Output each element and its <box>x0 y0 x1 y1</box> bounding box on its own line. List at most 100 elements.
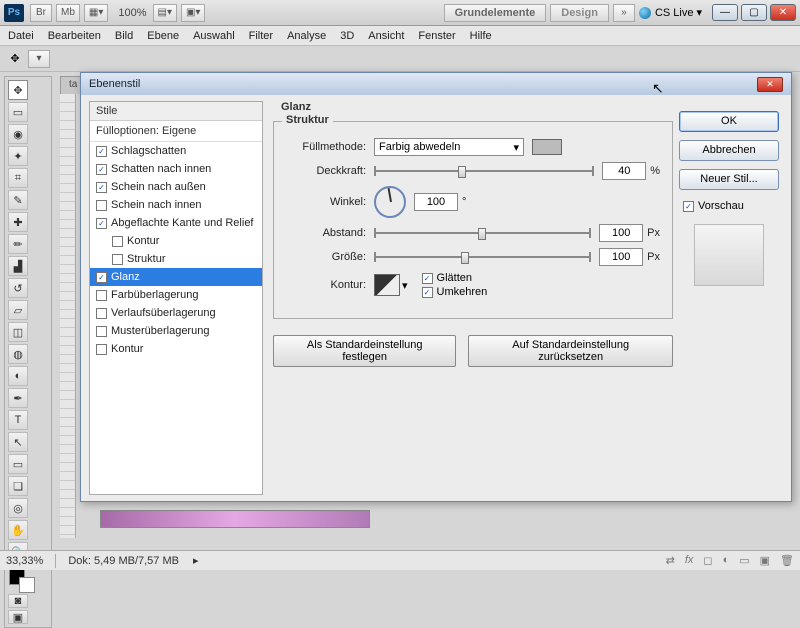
contour-picker[interactable] <box>374 274 400 296</box>
style-checkbox[interactable] <box>112 254 123 265</box>
fx-icon[interactable]: fx <box>685 554 694 567</box>
eraser-tool[interactable]: ▱ <box>8 300 28 320</box>
style-item[interactable]: ✓Schein nach außen <box>90 178 262 196</box>
workspace-more-button[interactable]: » <box>613 4 635 22</box>
make-default-button[interactable]: Als Standardeinstellung festlegen <box>273 335 456 367</box>
lasso-tool[interactable]: ◉ <box>8 124 28 144</box>
menu-window[interactable]: Fenster <box>418 30 455 42</box>
blending-options-item[interactable]: Fülloptionen: Eigene <box>90 121 262 142</box>
window-minimize-button[interactable]: — <box>712 4 738 21</box>
effect-color-swatch[interactable] <box>532 139 562 155</box>
style-item[interactable]: Schein nach innen <box>90 196 262 214</box>
menu-select[interactable]: Auswahl <box>193 30 235 42</box>
style-checkbox[interactable] <box>96 308 107 319</box>
cs-live[interactable]: CS Live▾ <box>639 6 702 19</box>
menu-3d[interactable]: 3D <box>340 30 354 42</box>
shape-tool[interactable]: ▭ <box>8 454 28 474</box>
style-item[interactable]: Struktur <box>90 250 262 268</box>
style-item[interactable]: ✓Abgeflachte Kante und Relief <box>90 214 262 232</box>
dodge-tool[interactable]: ◐ <box>8 366 28 386</box>
style-item[interactable]: Kontur <box>90 340 262 358</box>
marquee-tool[interactable]: ▭ <box>8 102 28 122</box>
arrange-docs-button[interactable]: ▤▾ <box>153 4 177 22</box>
menu-analyze[interactable]: Analyse <box>287 30 326 42</box>
move-tool[interactable]: ✥ <box>8 80 28 100</box>
angle-dial[interactable] <box>374 186 406 218</box>
menu-help[interactable]: Hilfe <box>470 30 492 42</box>
pen-tool[interactable]: ✒ <box>8 388 28 408</box>
status-menu-icon[interactable]: ▸ <box>193 554 199 567</box>
window-maximize-button[interactable]: ▢ <box>741 4 767 21</box>
workspace-essentials[interactable]: Grundelemente <box>444 4 547 22</box>
style-item[interactable]: Musterüberlagerung <box>90 322 262 340</box>
status-doc-size[interactable]: Dok: 5,49 MB/7,57 MB <box>68 555 179 567</box>
style-checkbox[interactable] <box>96 344 107 355</box>
opacity-input[interactable]: 40 <box>602 162 646 180</box>
workspace-design[interactable]: Design <box>550 4 609 22</box>
style-item[interactable]: ✓Schatten nach innen <box>90 160 262 178</box>
style-item[interactable]: ✓Glanz <box>90 268 262 286</box>
camera-tool[interactable]: ◎ <box>8 498 28 518</box>
brush-tool[interactable]: ✏ <box>8 234 28 254</box>
menu-edit[interactable]: Bearbeiten <box>48 30 101 42</box>
eyedropper-tool[interactable]: ✎ <box>8 190 28 210</box>
menu-image[interactable]: Bild <box>115 30 133 42</box>
style-item[interactable]: Verlaufsüberlagerung <box>90 304 262 322</box>
launch-minibridge-button[interactable]: Mb <box>56 4 80 22</box>
cancel-button[interactable]: Abbrechen <box>679 140 779 161</box>
trash-icon[interactable]: 🗑 <box>780 554 794 567</box>
path-select-tool[interactable]: ↖ <box>8 432 28 452</box>
status-zoom[interactable]: 33,33% <box>6 555 43 567</box>
distance-slider[interactable] <box>374 226 591 240</box>
style-item[interactable]: Kontur <box>90 232 262 250</box>
current-tool-icon[interactable]: ✥ <box>6 50 24 68</box>
style-checkbox[interactable]: ✓ <box>96 164 107 175</box>
blend-mode-select[interactable]: Farbig abwedeln▾ <box>374 138 524 156</box>
magic-wand-tool[interactable]: ✦ <box>8 146 28 166</box>
blur-tool[interactable]: ◍ <box>8 344 28 364</box>
style-checkbox[interactable]: ✓ <box>96 182 107 193</box>
folder-icon[interactable]: ▭ <box>739 554 749 567</box>
menu-layer[interactable]: Ebene <box>147 30 179 42</box>
window-close-button[interactable]: ✕ <box>770 4 796 21</box>
size-input[interactable]: 100 <box>599 248 643 266</box>
healing-tool[interactable]: ✚ <box>8 212 28 232</box>
style-checkbox[interactable] <box>96 326 107 337</box>
stamp-tool[interactable]: ▟ <box>8 256 28 276</box>
style-checkbox[interactable] <box>96 200 107 211</box>
hand-tool[interactable]: ✋ <box>8 520 28 540</box>
angle-input[interactable]: 100 <box>414 193 458 211</box>
color-swatches[interactable] <box>7 567 49 593</box>
ok-button[interactable]: OK <box>679 111 779 132</box>
tool-preset-dropdown[interactable]: ▾ <box>28 50 50 68</box>
screen-mode-button[interactable]: ▣▾ <box>181 4 205 22</box>
chevron-down-icon[interactable]: ▾ <box>402 279 408 292</box>
3d-tool[interactable]: ❏ <box>8 476 28 496</box>
adjustment-icon[interactable]: ◐ <box>723 554 730 567</box>
history-brush-tool[interactable]: ↺ <box>8 278 28 298</box>
view-extras-button[interactable]: ▦▾ <box>84 4 108 22</box>
launch-bridge-button[interactable]: Br <box>30 4 52 22</box>
invert-checkbox[interactable]: ✓ <box>422 287 433 298</box>
size-slider[interactable] <box>374 250 591 264</box>
dialog-titlebar[interactable]: Ebenenstil ✕ <box>81 73 791 95</box>
opacity-slider[interactable] <box>374 164 594 178</box>
style-checkbox[interactable]: ✓ <box>96 146 107 157</box>
reset-default-button[interactable]: Auf Standardeinstellung zurücksetzen <box>468 335 673 367</box>
new-style-button[interactable]: Neuer Stil... <box>679 169 779 190</box>
style-item[interactable]: Farbüberlagerung <box>90 286 262 304</box>
style-checkbox[interactable]: ✓ <box>96 218 107 229</box>
menu-file[interactable]: Datei <box>8 30 34 42</box>
style-checkbox[interactable] <box>112 236 123 247</box>
gradient-tool[interactable]: ◫ <box>8 322 28 342</box>
mask-icon[interactable]: ◻ <box>703 554 712 567</box>
preview-checkbox[interactable]: ✓ <box>683 201 694 212</box>
quickmask-toggle[interactable]: ◙ <box>8 594 28 608</box>
zoom-level[interactable]: 100% <box>118 7 146 19</box>
smooth-checkbox[interactable]: ✓ <box>422 273 433 284</box>
style-item[interactable]: ✓Schlagschatten <box>90 142 262 160</box>
menu-filter[interactable]: Filter <box>249 30 273 42</box>
screenmode-toggle[interactable]: ▣ <box>8 610 28 624</box>
link-icon[interactable]: ⇄ <box>666 554 675 567</box>
dialog-close-button[interactable]: ✕ <box>757 77 783 92</box>
